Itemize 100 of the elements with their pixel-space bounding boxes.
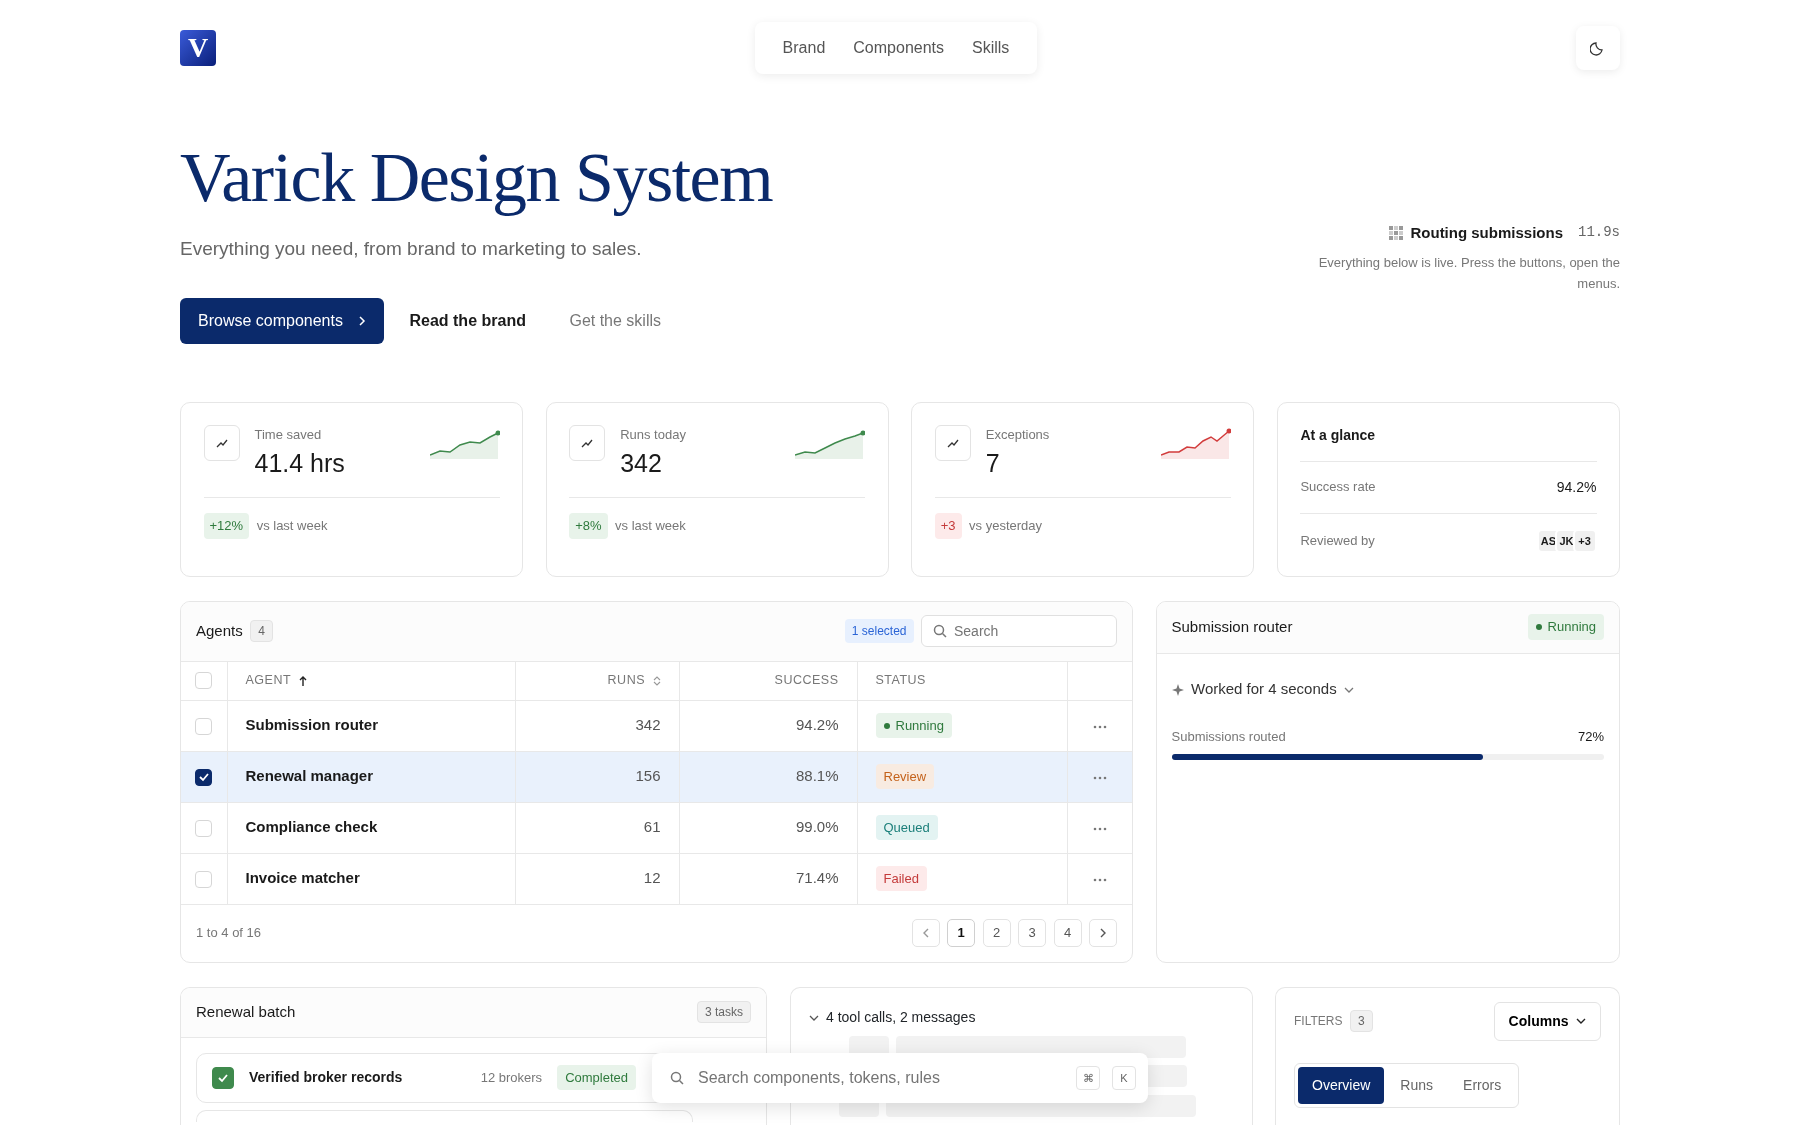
- theme-toggle-button[interactable]: [1576, 26, 1620, 70]
- table-cell: 342: [635, 716, 661, 734]
- live-note: Everything below is live. Press the buttons, open the menus.: [1317, 253, 1620, 293]
- status-tag: Review: [875, 763, 935, 790]
- comparison-text: vs last week: [256, 517, 328, 535]
- timer: 11.9s: [1578, 223, 1620, 243]
- status-tag: Running: [1527, 614, 1604, 640]
- chevron-right-icon: [1099, 928, 1107, 938]
- nav-link[interactable]: Brand: [768, 32, 840, 64]
- tab[interactable]: Overview: [1298, 1067, 1385, 1104]
- trend-icon: [934, 425, 971, 461]
- table-title: Agents: [196, 620, 243, 641]
- card-title: At a glance: [1300, 426, 1377, 445]
- table-cell: 61: [643, 818, 661, 836]
- columns-button[interactable]: Columns: [1493, 1001, 1601, 1041]
- trend-icon: [203, 425, 240, 461]
- card-title: Renewal batch: [196, 1001, 296, 1022]
- moon-icon: [1590, 40, 1606, 56]
- search-input[interactable]: Search components, tokens, rules: [696, 1065, 1064, 1091]
- page-button[interactable]: 3: [1018, 919, 1046, 947]
- chevron-right-icon: [357, 315, 366, 326]
- stat-value: 342: [620, 447, 663, 479]
- search-icon: [670, 1071, 684, 1085]
- status-dot-icon: [1535, 624, 1542, 630]
- table-cell: 71.4%: [795, 869, 839, 887]
- comparison-text: vs last week: [615, 517, 686, 535]
- count-badge: 4: [250, 620, 273, 642]
- button[interactable]: Browse components: [180, 297, 384, 344]
- table-cell: 99.0%: [795, 818, 839, 836]
- search-icon: [933, 624, 947, 638]
- stat-value: 7: [985, 447, 1001, 479]
- nav-link[interactable]: Skills: [958, 32, 1024, 64]
- delta-tag: +8%: [569, 513, 608, 539]
- checkbox[interactable]: [195, 768, 213, 786]
- delta-tag: +3: [934, 513, 962, 539]
- command-palette[interactable]: Search components, tokens, rules ⌘ K: [652, 1053, 1148, 1103]
- nav-link[interactable]: Components: [839, 32, 959, 64]
- logo[interactable]: V: [180, 30, 216, 66]
- more-icon: [1092, 878, 1107, 883]
- column-header[interactable]: RUNS: [607, 671, 661, 690]
- table-cell: 12: [643, 869, 661, 887]
- delta-tag: +12%: [203, 513, 250, 539]
- sparkle-icon: [1171, 683, 1184, 696]
- stat-label: Exceptions: [985, 426, 1051, 444]
- trend-icon: [569, 425, 606, 461]
- stat-value: 41.4 hrs: [254, 447, 346, 479]
- metric-label: Success rate: [1300, 478, 1376, 496]
- count-badge: 3 tasks: [697, 1001, 751, 1023]
- agent-name: Invoice matcher: [245, 869, 360, 887]
- key-hint: K: [1112, 1066, 1136, 1090]
- next-page-button[interactable]: [1089, 919, 1117, 947]
- agent-name: Renewal manager: [245, 767, 374, 785]
- card-title: Submission router: [1171, 616, 1293, 637]
- status-tag: Completed: [557, 1064, 636, 1091]
- check-icon: [197, 771, 210, 784]
- checkbox[interactable]: [212, 1066, 234, 1089]
- chevron-left-icon: [921, 928, 930, 938]
- comparison-text: vs yesterday: [969, 517, 1043, 535]
- search-field[interactable]: Search: [921, 615, 1117, 647]
- page-button[interactable]: 2: [982, 919, 1011, 947]
- tab[interactable]: Runs: [1386, 1067, 1448, 1104]
- page-button[interactable]: 4: [1053, 919, 1082, 947]
- task-name: Verified broker records: [249, 1068, 404, 1087]
- agent-name: Compliance check: [245, 818, 378, 836]
- status-tag: Failed: [875, 865, 927, 892]
- metric-label: Reviewed by: [1300, 532, 1375, 551]
- page-title: Varick Design System: [180, 138, 773, 218]
- selection-count: 1 selected: [844, 619, 914, 643]
- metric-value: 94.2%: [1556, 478, 1597, 497]
- status-dot-icon: [883, 722, 890, 729]
- stat-label: Runs today: [620, 426, 687, 444]
- status-tag: Running: [875, 712, 952, 739]
- status-tag: Queued: [875, 814, 938, 841]
- button[interactable]: Read the brand: [391, 297, 544, 344]
- column-header[interactable]: AGENT: [245, 671, 307, 690]
- filters-label: FILTERS: [1294, 1013, 1343, 1030]
- grid-icon: [1388, 225, 1403, 240]
- column-header[interactable]: STATUS: [875, 671, 926, 690]
- progress-reading: 72%: [1577, 727, 1604, 746]
- tab[interactable]: Errors: [1449, 1067, 1516, 1104]
- column-header[interactable]: SUCCESS: [774, 671, 839, 690]
- table-cell: 94.2%: [795, 716, 839, 734]
- tool-calls-toggle[interactable]: 4 tool calls, 2 messages: [808, 1007, 976, 1029]
- table-cell: 156: [635, 767, 661, 785]
- previous-page-button[interactable]: [911, 919, 940, 947]
- button[interactable]: Get the skills: [551, 297, 680, 344]
- worked-toggle[interactable]: Worked for 4 seconds: [1171, 678, 1355, 701]
- table-cell: 88.1%: [795, 767, 839, 785]
- more-icon: [1092, 725, 1107, 730]
- agent-name: Submission router: [245, 716, 379, 734]
- chevron-down-icon: [1576, 1018, 1586, 1024]
- page-button[interactable]: 1: [947, 919, 975, 947]
- more-icon: [1092, 776, 1107, 781]
- pagination-summary: 1 to 4 of 16: [196, 924, 262, 943]
- progress-label: Submissions routed: [1171, 727, 1286, 746]
- more-icon: [1092, 827, 1107, 832]
- chevron-down-icon: [1344, 686, 1355, 693]
- task-meta: 12 brokers: [480, 1068, 543, 1087]
- subtitle: Everything you need, from brand to marketing to sales.: [180, 237, 643, 261]
- status-label: Routing submissions: [1410, 222, 1563, 243]
